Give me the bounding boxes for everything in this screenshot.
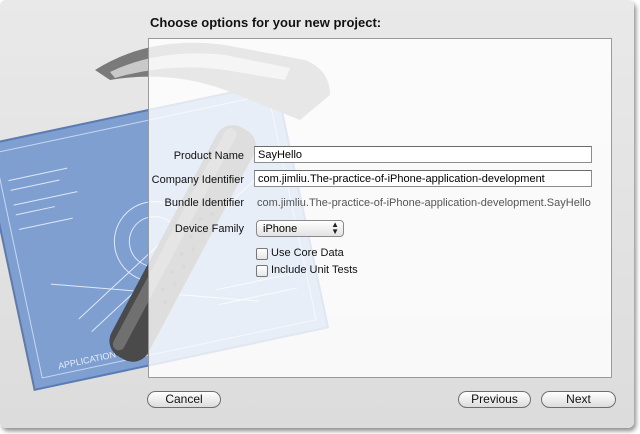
company-identifier-label: Company Identifier: [151, 174, 244, 186]
previous-button[interactable]: Previous: [458, 391, 531, 408]
company-identifier-field[interactable]: com.jimliu.The-practice-of-iPhone-applic…: [254, 170, 592, 187]
device-family-value: iPhone: [263, 223, 298, 235]
cancel-button[interactable]: Cancel: [147, 391, 221, 408]
up-down-arrows-icon: ▲ ▼: [331, 220, 339, 236]
new-project-window: APPLICATION APP Choose options for your …: [0, 0, 634, 428]
page-title: Choose options for your new project:: [150, 15, 382, 30]
next-button[interactable]: Next: [541, 391, 616, 408]
use-core-data-checkbox[interactable]: [256, 248, 268, 260]
device-family-select[interactable]: iPhone ▲ ▼: [256, 220, 344, 237]
product-name-label: Product Name: [173, 150, 244, 162]
use-core-data-label: Use Core Data: [271, 247, 344, 259]
include-unit-tests-label: Include Unit Tests: [271, 264, 358, 276]
bundle-identifier-value: com.jimliu.The-practice-of-iPhone-applic…: [257, 197, 591, 209]
device-family-label: Device Family: [174, 223, 244, 235]
bundle-identifier-label: Bundle Identifier: [164, 197, 245, 209]
product-name-field[interactable]: SayHello: [254, 146, 592, 163]
include-unit-tests-checkbox[interactable]: [256, 265, 268, 277]
